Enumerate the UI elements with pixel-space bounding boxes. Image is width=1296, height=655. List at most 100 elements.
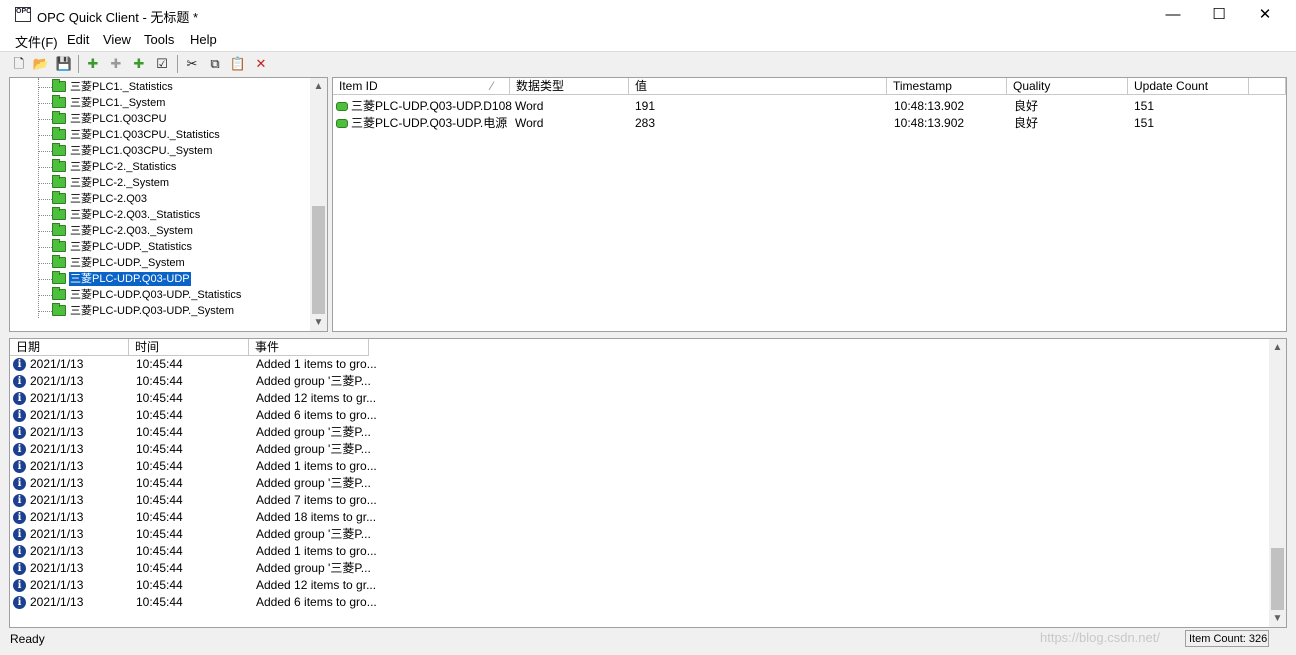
new-server-icon[interactable]: ✚ — [84, 55, 102, 72]
list-item[interactable]: i 2021/1/13 10:45:44 Added group '三菱P... — [10, 476, 1268, 493]
list-item[interactable]: i 2021/1/13 10:45:44 Added 1 items to gro..… — [10, 544, 1268, 561]
scroll-down-icon[interactable]: ▼ — [1269, 610, 1286, 627]
list-item[interactable]: i 2021/1/13 10:45:44 Added 1 items to gro..… — [10, 357, 1268, 374]
tree-item[interactable]: 三菱PLC1.Q03CPU._System — [10, 143, 310, 159]
scroll-up-icon[interactable]: ▲ — [1269, 339, 1286, 356]
log-event: Added 12 items to gr... — [256, 578, 377, 592]
save-icon[interactable]: 💾 — [55, 55, 73, 72]
log-event: Added 7 items to gro... — [256, 493, 377, 507]
cell-value: 191 — [635, 99, 656, 113]
log-date: 2021/1/13 — [30, 561, 84, 575]
list-item[interactable]: i 2021/1/13 10:45:44 Added 6 items to gro..… — [10, 595, 1268, 612]
toolbar-separator — [177, 55, 178, 73]
tree-item[interactable]: 三菱PLC-2.Q03._System — [10, 223, 310, 239]
scrollbar-thumb[interactable] — [1271, 548, 1284, 610]
log-date: 2021/1/13 — [30, 442, 84, 456]
tree-item[interactable]: 三菱PLC1._Statistics — [10, 79, 310, 95]
column-header-date[interactable]: 日期 — [10, 339, 129, 356]
column-header-quality[interactable]: Quality — [1007, 78, 1128, 95]
new-group-icon[interactable]: ✚ — [107, 55, 125, 72]
folder-icon — [52, 191, 66, 204]
menu-help[interactable]: Help — [190, 32, 217, 47]
new-icon[interactable]: 🗋 — [10, 55, 28, 72]
group-tree[interactable]: 三菱PLC1._Statistics 三菱PLC1._System 三菱PLC1.Q… — [9, 77, 328, 332]
folder-icon — [52, 79, 66, 92]
menu-edit[interactable]: Edit — [67, 32, 89, 47]
close-button[interactable]: ✕ — [1242, 0, 1288, 30]
tree-item[interactable]: 三菱PLC-2.Q03 — [10, 191, 310, 207]
info-icon: i — [13, 528, 26, 541]
column-header-item-id[interactable]: Item ID ⁄ — [333, 78, 510, 95]
log-time: 10:45:44 — [136, 374, 183, 388]
list-item[interactable]: i 2021/1/13 10:45:44 Added group '三菱P... — [10, 527, 1268, 544]
log-event: Added group '三菱P... — [256, 476, 371, 490]
watermark: https://blog.csdn.net/ — [1040, 630, 1160, 645]
tree-scrollbar[interactable]: ▲ ▼ — [310, 78, 327, 331]
list-item[interactable]: i 2021/1/13 10:45:44 Added 1 items to gro..… — [10, 459, 1268, 476]
table-row[interactable]: 三菱PLC-UDP.Q03-UDP.D108 Word 191 10:48:13.90… — [333, 98, 1286, 115]
log-date: 2021/1/13 — [30, 459, 84, 473]
log-date: 2021/1/13 — [30, 425, 84, 439]
scroll-up-icon[interactable]: ▲ — [310, 78, 327, 95]
item-list[interactable]: Item ID ⁄ 数据类型 值 Timestamp Quality Updat… — [332, 77, 1287, 332]
log-event: Added 1 items to gro... — [256, 544, 377, 558]
list-item[interactable]: i 2021/1/13 10:45:44 Added 7 items to gro..… — [10, 493, 1268, 510]
new-item-icon[interactable]: ✚ — [130, 55, 148, 72]
list-item[interactable]: i 2021/1/13 10:45:44 Added 12 items to gr..… — [10, 391, 1268, 408]
column-header-timestamp[interactable]: Timestamp — [887, 78, 1007, 95]
log-scrollbar[interactable]: ▲ ▼ — [1269, 339, 1286, 627]
info-icon: i — [13, 511, 26, 524]
list-item[interactable]: i 2021/1/13 10:45:44 Added 12 items to gr..… — [10, 578, 1268, 595]
tree-item-label: 三菱PLC1.Q03CPU._Statistics — [70, 129, 220, 141]
cell-quality: 良好 — [1014, 99, 1039, 113]
tree-item[interactable]: 三菱PLC-UDP._System — [10, 255, 310, 271]
cell-update-count: 151 — [1134, 116, 1155, 130]
maximize-button[interactable]: ☐ — [1196, 0, 1242, 30]
menu-tools[interactable]: Tools — [144, 32, 174, 47]
list-item[interactable]: i 2021/1/13 10:45:44 Added group '三菱P... — [10, 442, 1268, 459]
tree-item[interactable]: 三菱PLC-2.Q03._Statistics — [10, 207, 310, 223]
folder-icon — [52, 239, 66, 252]
tree-item[interactable]: 三菱PLC1.Q03CPU — [10, 111, 310, 127]
tree-item[interactable]: 三菱PLC1.Q03CPU._Statistics — [10, 127, 310, 143]
scroll-down-icon[interactable]: ▼ — [310, 314, 327, 331]
list-item[interactable]: i 2021/1/13 10:45:44 Added group '三菱P... — [10, 374, 1268, 391]
log-date: 2021/1/13 — [30, 374, 84, 388]
open-icon[interactable]: 📂 — [32, 55, 50, 72]
properties-icon[interactable]: ☑ — [153, 55, 171, 72]
column-header-time[interactable]: 时间 — [129, 339, 249, 356]
event-log[interactable]: 日期 时间 事件 i 2021/1/13 10:45:44 Added 1 items… — [9, 338, 1287, 628]
column-header-event[interactable]: 事件 — [249, 339, 369, 356]
tree-item[interactable]: 三菱PLC1._System — [10, 95, 310, 111]
column-header-data-type[interactable]: 数据类型 — [510, 78, 629, 95]
copy-icon[interactable]: ⧉ — [206, 55, 224, 72]
info-icon: i — [13, 494, 26, 507]
minimize-button[interactable]: — — [1150, 0, 1196, 30]
table-row[interactable]: 三菱PLC-UDP.Q03-UDP.电源 Word 283 10:48:13.902 良… — [333, 115, 1286, 132]
column-header-update-count[interactable]: Update Count — [1128, 78, 1249, 95]
tree-item[interactable]: 三菱PLC-UDP._Statistics — [10, 239, 310, 255]
tree-connector — [38, 279, 52, 280]
menu-file[interactable]: 文件(F) — [15, 32, 58, 51]
tag-icon — [336, 102, 348, 111]
tree-item[interactable]: 三菱PLC-2._System — [10, 175, 310, 191]
folder-icon — [52, 175, 66, 188]
column-header-value[interactable]: 值 — [629, 78, 887, 95]
tree-item[interactable]: 三菱PLC-UDP.Q03-UDP._Statistics — [10, 287, 310, 303]
list-item[interactable]: i 2021/1/13 10:45:44 Added 18 items to gr..… — [10, 510, 1268, 527]
tree-item[interactable]: 三菱PLC-UDP.Q03-UDP — [10, 271, 310, 287]
info-icon: i — [13, 409, 26, 422]
paste-icon[interactable]: 📋 — [229, 55, 247, 72]
log-date: 2021/1/13 — [30, 595, 84, 609]
list-item[interactable]: i 2021/1/13 10:45:44 Added 6 items to gro..… — [10, 408, 1268, 425]
tree-connector — [38, 215, 52, 216]
list-item[interactable]: i 2021/1/13 10:45:44 Added group '三菱P... — [10, 425, 1268, 442]
tree-item[interactable]: 三菱PLC-UDP.Q03-UDP._System — [10, 303, 310, 319]
delete-icon[interactable]: ✕ — [252, 55, 270, 72]
cut-icon[interactable]: ✂ — [183, 55, 201, 72]
list-item[interactable]: i 2021/1/13 10:45:44 Added group '三菱P... — [10, 561, 1268, 578]
scrollbar-thumb[interactable] — [312, 206, 325, 314]
menu-view[interactable]: View — [103, 32, 131, 47]
folder-icon — [52, 127, 66, 140]
tree-item[interactable]: 三菱PLC-2._Statistics — [10, 159, 310, 175]
